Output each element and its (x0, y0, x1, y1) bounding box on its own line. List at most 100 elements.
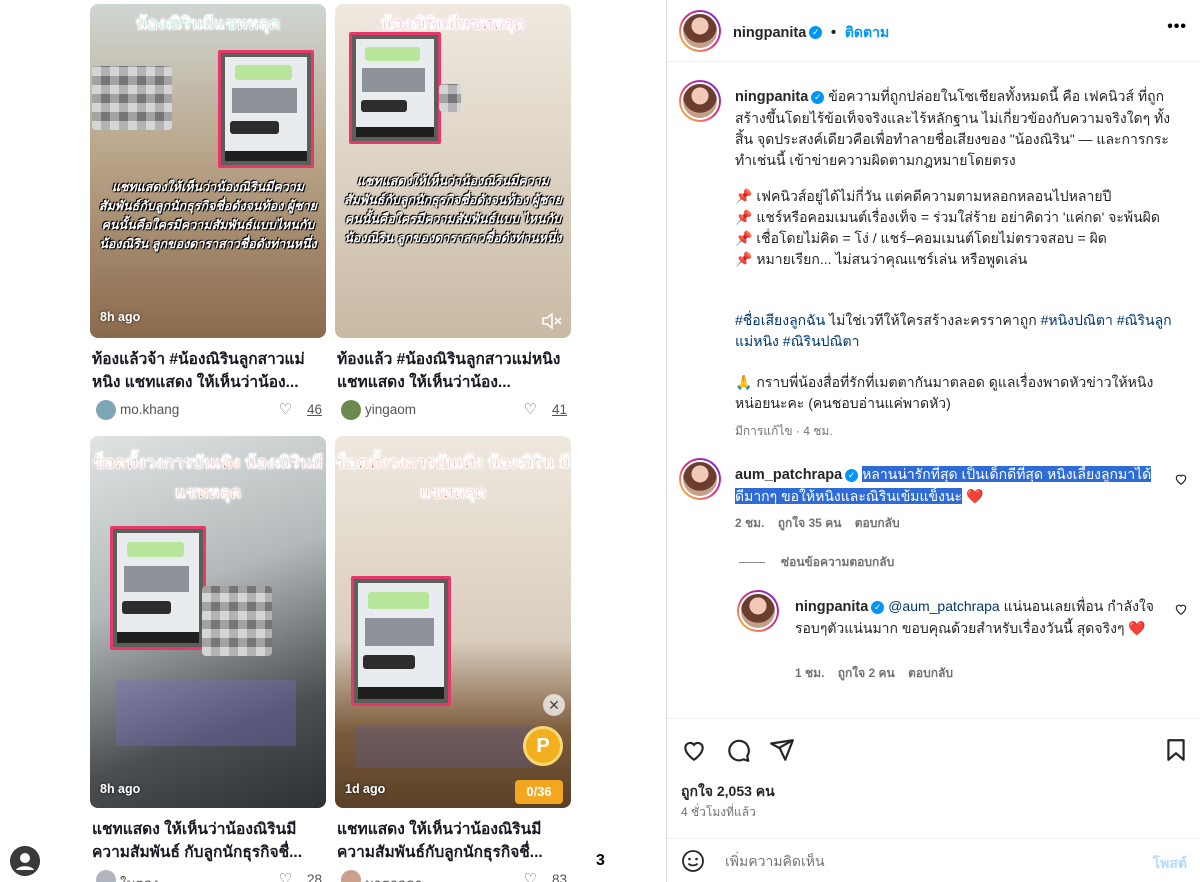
overlay-title: ช็อคทั้งวงการบันเทิง น้องณิรินมีแชทหลุด (93, 453, 323, 502)
post-title[interactable]: แชทแสดง ให้เห็นว่าน้องณิรินมีความสัมพันธ… (337, 818, 571, 864)
author-name[interactable]: mo.khang (120, 402, 179, 417)
bullet-text: เฟคนิวส์อยู่ได้ไม่กี่วัน แต่คดีความตามหล… (756, 188, 1112, 204)
video-thumbnail[interactable]: น้องณิรินมีแชทหลุด แชทแสดงให้เห็นว่าน้อง… (335, 4, 571, 338)
caption-bullets: 📌 เฟคนิวส์อยู่ได้ไม่กี่วัน แต่คดีความตาม… (735, 186, 1183, 270)
avatar[interactable] (96, 400, 116, 420)
like-count[interactable]: ถูกใจ 2,053 คน (681, 781, 775, 803)
heart-icon[interactable]: ♡ (524, 870, 537, 882)
like-count: 46 (306, 402, 322, 417)
bullet-text: แชร์หรือคอมเมนต์เรื่องเท็จ = ร่วมใส่ร้าย… (756, 209, 1160, 225)
bullet-text: หมายเรียก... ไม่สนว่าคุณแชร์เล่น หรือพูด… (756, 251, 1028, 267)
blurred-caption (355, 726, 535, 768)
comment-username[interactable]: ningpanita (795, 599, 868, 615)
chat-screenshot (351, 576, 451, 706)
caption-hashtags: #ชื่อเสียงลูกฉัน ไม่ใช่เวทีให้ใครสร้างละ… (735, 310, 1183, 352)
author-name[interactable]: ใบตอง (120, 872, 159, 882)
post-meta: mo.khang ♡ 46 (92, 400, 326, 422)
like-comment-icon[interactable] (1174, 472, 1188, 486)
blurred-face (202, 586, 272, 656)
progress-counter: 0/36 (515, 780, 563, 804)
avatar[interactable] (679, 80, 721, 122)
caption-username[interactable]: ningpanita (735, 89, 808, 105)
author-name[interactable]: yingaom (365, 402, 416, 417)
heart-icon[interactable]: ♡ (524, 400, 537, 418)
post-comment-button[interactable]: โพสต์ (1153, 853, 1187, 875)
comment: aum_patchrapa ✓ หลานน่ารักที่สุด เป็นเด็ก… (735, 464, 1153, 507)
post-caption: ningpanita ✓ ข้อความที่ถูกปล่อยในโซเชียลท… (735, 86, 1183, 171)
close-icon[interactable]: ✕ (543, 694, 565, 716)
like-icon[interactable] (681, 737, 707, 763)
video-card[interactable]: น้องณิรินมีแชทหลุด แชทแสดงให้เห็นว่าน้อง… (335, 4, 571, 424)
blurred-caption (116, 680, 296, 746)
more-options-icon[interactable]: ••• (1167, 18, 1187, 36)
follow-button[interactable]: ติดตาม (845, 24, 889, 40)
avatar[interactable] (96, 870, 116, 882)
coin-icon[interactable]: P (523, 726, 563, 766)
heart-icon[interactable]: ♡ (279, 870, 292, 882)
header-username[interactable]: ningpanita (733, 25, 806, 41)
pin-icon: 📌 (735, 209, 753, 225)
action-bar: ถูกใจ 2,053 คน 4 ชั่วโมงที่แล้ว (667, 718, 1200, 838)
video-feed: น้องณิรินมีแชทหลุด แชทแสดงให้เห็นว่าน้อง… (0, 0, 665, 882)
post-title[interactable]: ท้องแล้ว #น้องณิรินลูกสาวแม่หนิง แชทแสดง… (337, 348, 571, 394)
comment-time: 2 ชม. (735, 516, 765, 530)
post-time: 8h ago (100, 310, 141, 324)
video-thumbnail[interactable]: ช็อคทั้งวงการบันเทิง น้องณิรินมีแชทหลุด … (90, 436, 326, 808)
comment-meta: 2 ชม. ถูกใจ 35 คน ตอบกลับ (735, 514, 900, 533)
mention-link[interactable]: @aum_patchrapa (888, 598, 1000, 614)
like-comment-icon[interactable] (1174, 602, 1188, 616)
save-icon[interactable] (1163, 737, 1189, 763)
heart-icon[interactable]: ♡ (279, 400, 292, 418)
instagram-post-panel: ningpanita ✓ • ติดตาม ••• ningpanita ✓ ข้อ… (666, 0, 1200, 882)
blurred-face (92, 66, 172, 130)
video-thumbnail[interactable]: ช็อคทั้งวงการบันเทิง น้องณิริน มีแชทหลุด… (335, 436, 571, 808)
post-meta: ใบตอง ♡ 28 (92, 870, 326, 882)
avatar[interactable] (737, 590, 779, 632)
post-title[interactable]: ท้องแล้วจ้า #น้องณิรินลูกสาวแม่หนิง แชทแ… (92, 348, 326, 394)
page-number: 3 (596, 852, 605, 869)
verified-icon: ✓ (845, 468, 859, 482)
pin-icon: 📌 (735, 188, 753, 204)
post-header: ningpanita ✓ • ติดตาม ••• (667, 0, 1200, 62)
reply-comment: ningpanita ✓ @aum_patchrapa แน่นอนเลยเพื่… (795, 596, 1155, 639)
reply-button[interactable]: ตอบกลับ (855, 516, 900, 530)
avatar[interactable] (679, 458, 721, 500)
video-card[interactable]: น้องณิรินมีแชทหลุด แชทแสดงให้เห็นว่าน้อง… (90, 4, 326, 424)
video-thumbnail[interactable]: น้องณิรินมีแชทหลุด แชทแสดงให้เห็นว่าน้อง… (90, 4, 326, 338)
comment-likes[interactable]: ถูกใจ 2 คน (838, 666, 895, 680)
share-icon[interactable] (769, 737, 795, 763)
pin-icon: 📌 (735, 251, 753, 267)
emoji-icon[interactable] (681, 849, 705, 873)
post-time: 8h ago (100, 782, 141, 796)
edited-label: มีการแก้ไข · 4 ชม. (735, 424, 833, 438)
avatar[interactable] (341, 400, 361, 420)
comment-icon[interactable] (725, 737, 751, 763)
reply-button[interactable]: ตอบกลับ (908, 666, 953, 680)
hashtag-link[interactable]: #ชื่อเสียงลูกฉัน (735, 312, 825, 328)
overlay-caption: แชทแสดงให้เห็นว่าน้องณิรินมีความสัมพันธ์… (99, 180, 317, 251)
verified-icon: ✓ (809, 26, 823, 40)
avatar[interactable] (341, 870, 361, 882)
comment-input[interactable] (725, 849, 1105, 873)
profile-icon[interactable] (10, 846, 40, 876)
mute-icon[interactable] (541, 312, 563, 330)
video-card[interactable]: ช็อคทั้งวงการบันเทิง น้องณิรินมีแชทหลุด … (90, 436, 326, 882)
comment-meta: 1 ชม. ถูกใจ 2 คน ตอบกลับ (795, 664, 953, 683)
like-count: 41 (551, 402, 567, 417)
hide-replies-button[interactable]: ซ่อนข้อความตอบกลับ (739, 553, 894, 572)
chat-screenshot (349, 32, 441, 144)
comment-username[interactable]: aum_patchrapa (735, 467, 842, 483)
verified-icon: ✓ (811, 90, 825, 104)
post-title[interactable]: แชทแสดง ให้เห็นว่าน้องณิรินมีความสัมพันธ… (92, 818, 326, 864)
comment-bar: โพสต์ (667, 838, 1200, 882)
chat-screenshot (110, 526, 206, 650)
blurred-face (439, 84, 461, 112)
video-card[interactable]: ช็อคทั้งวงการบันเทิง น้องณิริน มีแชทหลุด… (335, 436, 571, 882)
heart-emoji: ❤️ (1128, 620, 1146, 636)
pin-icon: 📌 (735, 230, 753, 246)
comment-likes[interactable]: ถูกใจ 35 คน (778, 516, 842, 530)
author-name[interactable]: มาตาลดา (365, 872, 422, 882)
avatar[interactable] (679, 10, 721, 52)
post-time: 1d ago (345, 782, 386, 796)
comment-time: 1 ชม. (795, 666, 825, 680)
